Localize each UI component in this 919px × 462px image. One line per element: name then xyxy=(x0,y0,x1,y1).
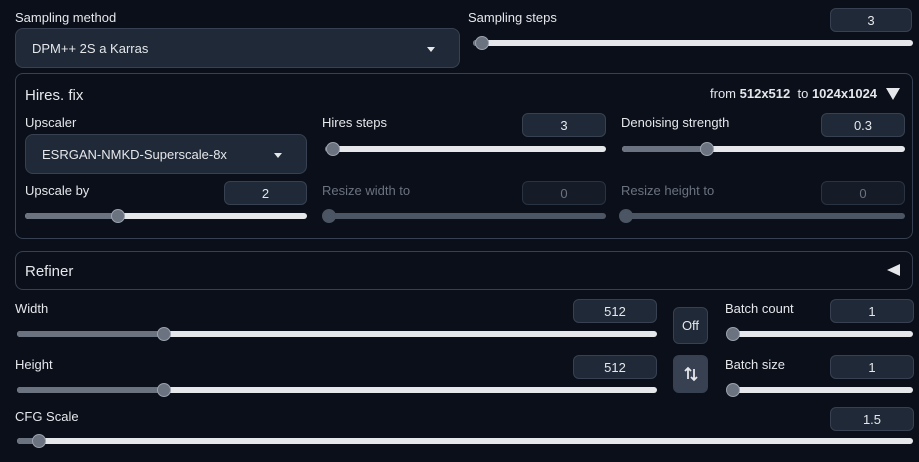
batch-size-slider[interactable] xyxy=(726,383,913,397)
cfg-scale-slider[interactable] xyxy=(17,434,913,448)
width-input[interactable]: 512 xyxy=(573,299,657,323)
width-slider[interactable] xyxy=(17,327,657,341)
resize-height-label: Resize height to xyxy=(621,183,715,198)
swap-vertical-icon xyxy=(683,366,698,382)
slider-thumb[interactable] xyxy=(726,327,740,341)
batch-count-slider[interactable] xyxy=(726,327,913,341)
height-slider[interactable] xyxy=(17,383,657,397)
batch-size-label: Batch size xyxy=(725,357,785,372)
sampling-steps-input[interactable]: 3 xyxy=(830,8,912,32)
chevron-down-icon xyxy=(274,153,282,158)
expand-triangle-icon[interactable] xyxy=(887,264,900,276)
slider-thumb[interactable] xyxy=(157,327,172,341)
upscaler-dropdown[interactable]: ESRGAN-NMKD-Superscale-8x xyxy=(25,134,307,174)
upscaler-label: Upscaler xyxy=(25,115,77,130)
slider-thumb[interactable] xyxy=(157,383,172,397)
collapse-triangle-icon[interactable] xyxy=(886,88,900,100)
hires-steps-slider[interactable] xyxy=(325,142,606,156)
upscale-by-input[interactable]: 2 xyxy=(224,181,307,205)
slider-thumb[interactable] xyxy=(31,434,46,448)
height-label: Height xyxy=(15,357,53,372)
batch-count-input[interactable]: 1 xyxy=(830,299,914,323)
slider-thumb[interactable] xyxy=(726,383,740,397)
hires-fix-title: Hires. fix xyxy=(25,87,84,104)
cfg-scale-input[interactable]: 1.5 xyxy=(830,407,914,431)
resize-width-input[interactable]: 0 xyxy=(522,181,606,205)
slider-thumb[interactable] xyxy=(474,36,489,50)
resize-height-input[interactable]: 0 xyxy=(821,181,905,205)
resize-width-slider[interactable] xyxy=(322,209,606,223)
slider-thumb[interactable] xyxy=(619,209,633,223)
resize-width-label: Resize width to xyxy=(322,183,411,198)
sampling-method-dropdown[interactable]: DPM++ 2S a Karras xyxy=(15,28,460,68)
slider-thumb[interactable] xyxy=(111,209,126,223)
refiner-panel[interactable] xyxy=(15,251,913,290)
slider-thumb[interactable] xyxy=(699,142,714,156)
batch-size-input[interactable]: 1 xyxy=(830,355,914,379)
sampling-method-value: DPM++ 2S a Karras xyxy=(32,40,149,56)
sampling-steps-label: Sampling steps xyxy=(468,10,557,25)
denoising-strength-input[interactable]: 0.3 xyxy=(821,113,905,137)
hires-steps-input[interactable]: 3 xyxy=(522,113,606,137)
swap-dimensions-button[interactable] xyxy=(673,355,708,393)
from-prefix: from xyxy=(710,86,736,101)
denoising-strength-label: Denoising strength xyxy=(621,115,730,130)
from-size: 512x512 xyxy=(739,86,791,101)
denoising-strength-slider[interactable] xyxy=(622,142,905,156)
hires-steps-label: Hires steps xyxy=(322,115,388,130)
to-prefix: to xyxy=(797,86,809,101)
refiner-title: Refiner xyxy=(25,263,74,280)
slider-thumb[interactable] xyxy=(322,209,336,223)
width-label: Width xyxy=(15,301,49,316)
height-input[interactable]: 512 xyxy=(573,355,657,379)
upscale-by-label: Upscale by xyxy=(25,183,90,198)
hires-off-button[interactable]: Off xyxy=(673,307,708,344)
sampling-method-label: Sampling method xyxy=(15,10,117,25)
off-label: Off xyxy=(681,318,700,333)
to-size: 1024x1024 xyxy=(811,86,878,101)
chevron-down-icon xyxy=(427,47,435,52)
sampling-steps-slider[interactable] xyxy=(473,36,913,50)
cfg-scale-label: CFG Scale xyxy=(15,409,79,424)
upscaler-value: ESRGAN-NMKD-Superscale-8x xyxy=(42,146,227,162)
upscale-by-slider[interactable] xyxy=(25,209,307,223)
hires-resolution-info: from 512x512 to 1024x1024 xyxy=(710,86,877,101)
batch-count-label: Batch count xyxy=(725,301,794,316)
resize-height-slider[interactable] xyxy=(619,209,905,223)
